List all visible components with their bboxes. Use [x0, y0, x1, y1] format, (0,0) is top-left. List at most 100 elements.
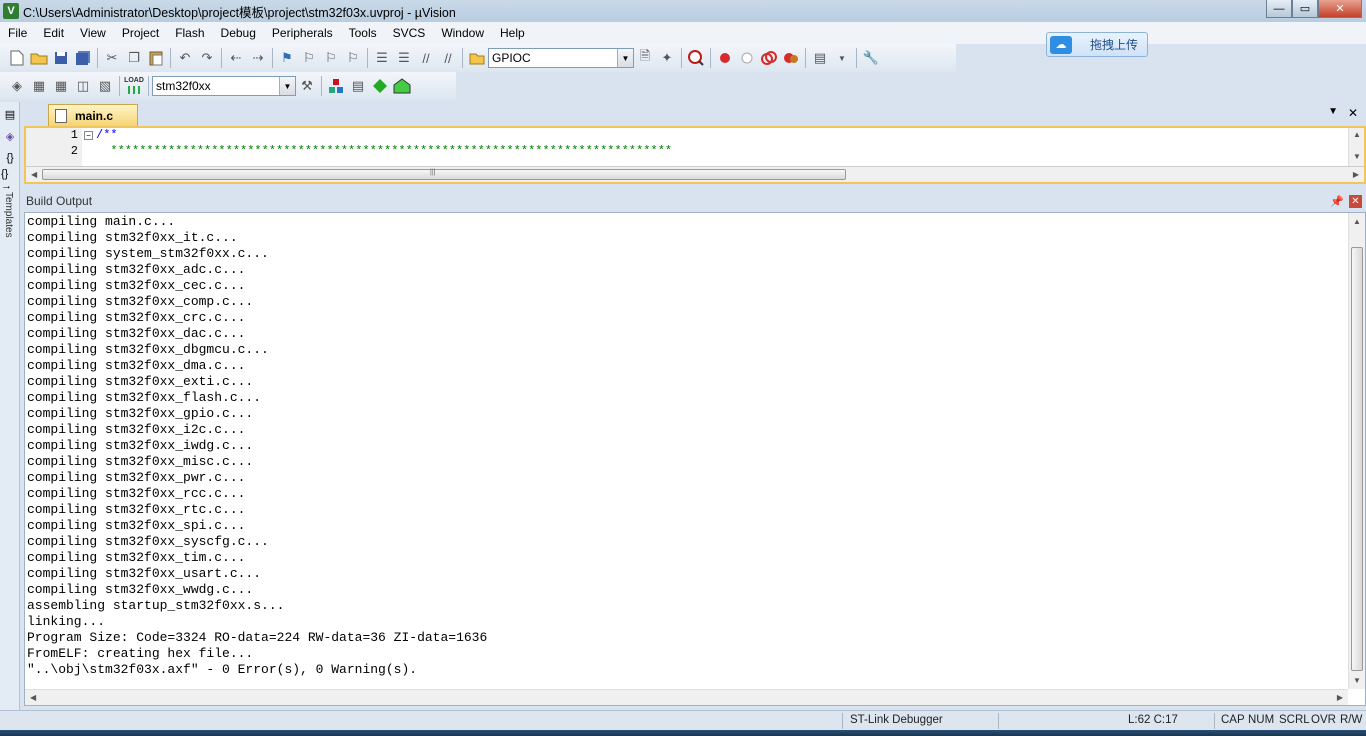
editor-vertical-scrollbar[interactable]: ▲ ▼	[1348, 128, 1364, 166]
scrollbar-thumb[interactable]	[1351, 247, 1363, 671]
build-output-line: compiling stm32f0xx_adc.c...	[27, 262, 246, 277]
bookmark-icon[interactable]: ⚑	[276, 47, 298, 69]
minimize-button[interactable]: —	[1266, 0, 1292, 18]
code-area[interactable]: /** ************************************…	[96, 128, 672, 166]
paste-icon[interactable]	[145, 47, 167, 69]
find-combo[interactable]: GPIOC ▼	[488, 48, 634, 68]
window-layout-icon[interactable]: ▤	[809, 47, 831, 69]
save-icon[interactable]	[50, 47, 72, 69]
tab-list-dropdown-icon[interactable]: ▼	[1328, 106, 1338, 117]
menu-tools[interactable]: Tools	[341, 26, 385, 40]
new-file-icon[interactable]	[6, 47, 28, 69]
manage-run-time-icon[interactable]	[369, 75, 391, 97]
scroll-down-icon[interactable]: ▼	[1353, 676, 1361, 685]
close-panel-icon[interactable]: ✕	[1349, 194, 1362, 208]
copy-icon[interactable]: ❐	[123, 47, 145, 69]
scroll-right-icon[interactable]: ▶	[1353, 170, 1359, 179]
output-horizontal-scrollbar[interactable]: ◀ ▶	[25, 689, 1348, 705]
editor-horizontal-scrollbar[interactable]: ◀ ||| ▶	[26, 166, 1364, 182]
file-extensions-icon[interactable]: ▤	[347, 75, 369, 97]
toolbar-separator	[681, 48, 682, 68]
cloud-icon: ☁	[1050, 35, 1072, 54]
uncomment-icon[interactable]: //	[437, 47, 459, 69]
comment-icon[interactable]: //	[415, 47, 437, 69]
configure-wrench-icon[interactable]: 🔧	[860, 47, 882, 69]
navigate-forward-icon[interactable]: ⇢	[247, 47, 269, 69]
target-options-icon[interactable]: ⚒	[296, 75, 318, 97]
tab-main-c[interactable]: main.c	[48, 104, 138, 126]
undo-icon[interactable]: ↶	[174, 47, 196, 69]
menu-help[interactable]: Help	[492, 26, 533, 40]
find-icon[interactable]: 🗎	[634, 47, 656, 69]
output-vertical-scrollbar[interactable]: ▲ ▼	[1348, 213, 1365, 689]
chevron-down-icon[interactable]: ▼	[617, 49, 633, 67]
templates-label[interactable]: Templates	[3, 192, 14, 238]
menu-file[interactable]: File	[0, 26, 35, 40]
build-icon[interactable]: ▦	[28, 75, 50, 97]
scroll-down-icon[interactable]: ▼	[1353, 152, 1361, 161]
insert-breakpoint-icon[interactable]	[714, 47, 736, 69]
rebuild-icon[interactable]: ▦	[50, 75, 72, 97]
save-all-icon[interactable]	[72, 47, 94, 69]
build-output-panel[interactable]: compiling main.c... compiling stm32f0xx_i…	[24, 212, 1366, 706]
status-scroll-lock: SCRL	[1279, 714, 1310, 726]
toolbar-separator	[367, 48, 368, 68]
scrollbar-thumb[interactable]	[42, 169, 846, 180]
pack-installer-icon[interactable]	[391, 75, 413, 97]
menu-peripherals[interactable]: Peripherals	[264, 26, 341, 40]
download-load-icon[interactable]: LOAD	[123, 75, 145, 97]
translate-icon[interactable]: ◈	[6, 75, 28, 97]
pin-icon[interactable]: 📌	[1330, 195, 1344, 208]
chevron-down-icon[interactable]: ▼	[279, 77, 295, 95]
menu-window[interactable]: Window	[433, 26, 492, 40]
cut-icon[interactable]: ✂	[101, 47, 123, 69]
batch-build-icon[interactable]: ◫	[72, 75, 94, 97]
window-layout-dropdown-icon[interactable]: ▼	[831, 47, 853, 69]
menu-project[interactable]: Project	[114, 26, 167, 40]
unindent-icon[interactable]: ☰	[393, 47, 415, 69]
drag-upload-button[interactable]: ☁ 拖拽上传	[1046, 32, 1148, 57]
indent-icon[interactable]: ☰	[371, 47, 393, 69]
target-combo[interactable]: stm32f0xx ▼	[152, 76, 296, 96]
menu-debug[interactable]: Debug	[213, 26, 264, 40]
scroll-up-icon[interactable]: ▲	[1353, 217, 1361, 226]
scroll-left-icon[interactable]: ◀	[30, 693, 36, 702]
fold-collapse-icon[interactable]: −	[84, 131, 93, 140]
close-button[interactable]: ✕	[1318, 0, 1362, 18]
project-window-icon[interactable]: ▤	[1, 104, 19, 124]
build-output-line: compiling stm32f0xx_wwdg.c...	[27, 582, 254, 597]
menu-edit[interactable]: Edit	[35, 26, 72, 40]
navigate-back-icon[interactable]: ⇠	[225, 47, 247, 69]
menu-flash[interactable]: Flash	[167, 26, 212, 40]
tab-main-c-label: main.c	[75, 108, 114, 123]
prev-bookmark-icon[interactable]: ⚐	[298, 47, 320, 69]
disable-all-breakpoints-icon[interactable]	[758, 47, 780, 69]
maximize-button[interactable]: ▭	[1292, 0, 1318, 18]
books-window-icon[interactable]: ◈	[1, 126, 19, 146]
menu-view[interactable]: View	[72, 26, 114, 40]
debug-session-icon[interactable]	[685, 47, 707, 69]
clear-bookmarks-icon[interactable]: ⚐	[342, 47, 364, 69]
kill-all-breakpoints-icon[interactable]	[780, 47, 802, 69]
enable-breakpoint-icon[interactable]	[736, 47, 758, 69]
open-folder-icon[interactable]	[28, 47, 50, 69]
build-output-line: compiling stm32f0xx_exti.c...	[27, 374, 254, 389]
incremental-find-icon[interactable]: ✦	[656, 47, 678, 69]
templates-window-icon[interactable]: {}→	[1, 168, 19, 192]
code-editor[interactable]: 1 2 − /** ******************************…	[24, 126, 1366, 184]
next-bookmark-icon[interactable]: ⚐	[320, 47, 342, 69]
scroll-left-icon[interactable]: ◀	[31, 170, 37, 179]
close-editor-icon[interactable]: ✕	[1348, 106, 1358, 120]
file-toolbar: ✂ ❐ ↶ ↷ ⇠ ⇢ ⚑ ⚐ ⚐ ⚐ ☰ ☰ // // GPIOC ▼ 🗎 …	[0, 44, 956, 72]
line-number: 1	[70, 128, 78, 142]
scroll-up-icon[interactable]: ▲	[1353, 130, 1361, 139]
scroll-right-icon[interactable]: ▶	[1337, 693, 1343, 702]
menu-svcs[interactable]: SVCS	[385, 26, 434, 40]
redo-icon[interactable]: ↷	[196, 47, 218, 69]
functions-window-icon[interactable]: {}	[1, 148, 19, 168]
manage-components-icon[interactable]	[325, 75, 347, 97]
stop-build-icon[interactable]: ▧	[94, 75, 116, 97]
build-output-line: compiling stm32f0xx_misc.c...	[27, 454, 254, 469]
build-output-line: compiling stm32f0xx_it.c...	[27, 230, 238, 245]
find-in-files-icon[interactable]	[466, 47, 488, 69]
